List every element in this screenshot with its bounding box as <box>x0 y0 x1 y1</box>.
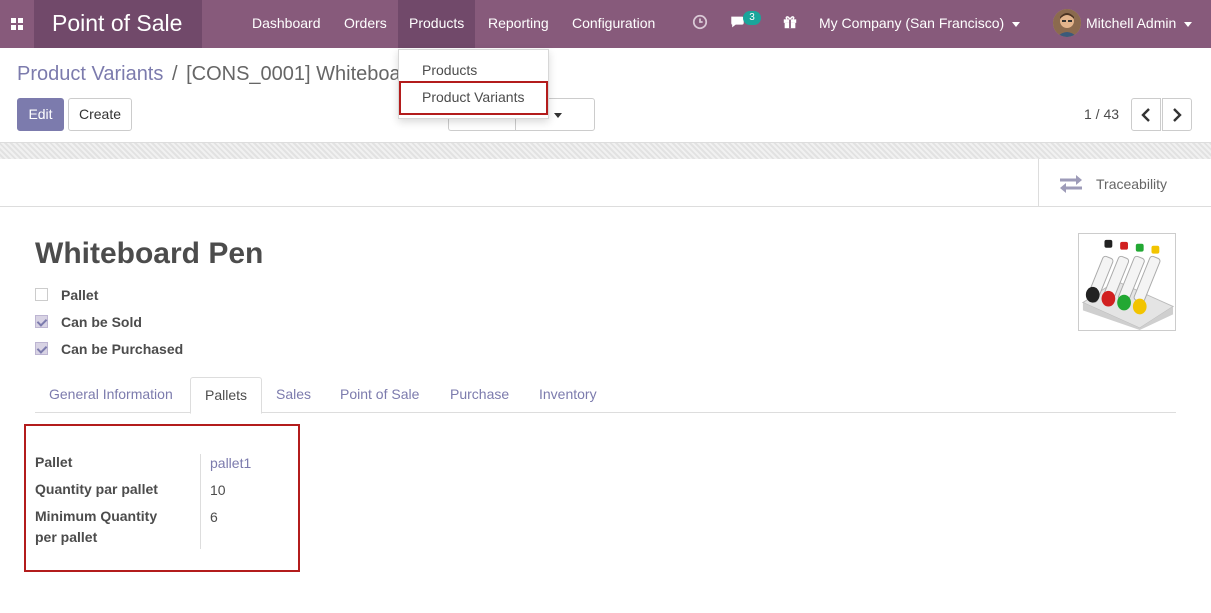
tab-purchase[interactable]: Purchase <box>436 377 523 413</box>
chevron-down-icon <box>1012 21 1021 27</box>
min-qty-label-line2: per pallet <box>35 529 98 545</box>
user-avatar[interactable] <box>1053 9 1081 37</box>
tab-sales[interactable]: Sales <box>262 377 325 413</box>
qty-per-pallet-label: Quantity par pallet <box>35 481 158 497</box>
pallet-checkbox-label: Pallet <box>61 287 99 303</box>
can-be-sold-checkbox[interactable] <box>35 315 48 328</box>
chevron-right-icon <box>1173 107 1182 122</box>
pager-previous-button[interactable] <box>1131 98 1161 131</box>
breadcrumb: Product Variants / [CONS_0001] Whiteboar <box>17 63 407 86</box>
company-name: My Company (San Francisco) <box>819 15 1005 31</box>
pager-value[interactable]: 1 / 43 <box>1084 106 1119 122</box>
create-button[interactable]: Create <box>68 98 132 131</box>
form-background-stripe <box>0 142 1211 159</box>
can-be-purchased-label: Can be Purchased <box>61 341 184 357</box>
activity-clock-icon[interactable] <box>692 14 710 32</box>
apps-menu-icon[interactable] <box>0 0 34 48</box>
menu-dashboard[interactable]: Dashboard <box>241 0 332 48</box>
notebook-tabs: General Information Pallets Sales Point … <box>35 377 1176 414</box>
min-qty-per-pallet-label: Minimum Quantity per pallet <box>35 506 157 548</box>
pallet-field-label: Pallet <box>35 454 73 470</box>
menu-reporting[interactable]: Reporting <box>477 0 560 48</box>
products-dropdown-menu: Products Product Variants <box>398 49 549 119</box>
menu-orders[interactable]: Orders <box>333 0 398 48</box>
app-brand[interactable]: Point of Sale <box>34 0 202 48</box>
tab-general-information[interactable]: General Information <box>35 377 187 413</box>
company-switcher[interactable]: My Company (San Francisco) <box>819 0 1021 48</box>
tab-point-of-sale[interactable]: Point of Sale <box>326 377 433 413</box>
edit-button[interactable]: Edit <box>17 98 64 131</box>
field-divider <box>200 454 201 549</box>
exchange-arrows-icon <box>1060 175 1082 193</box>
traceability-button[interactable]: Traceability <box>1038 159 1211 206</box>
messages-count-badge: 3 <box>743 11 761 25</box>
user-menu[interactable]: Mitchell Admin <box>1086 0 1193 48</box>
min-qty-per-pallet-value: 6 <box>210 509 218 525</box>
top-navbar: Point of Sale Dashboard Orders Products … <box>0 0 1211 48</box>
product-image[interactable] <box>1078 233 1176 331</box>
smart-button-box <box>0 159 1211 207</box>
highlight-box <box>399 81 548 115</box>
user-name: Mitchell Admin <box>1086 15 1177 31</box>
menu-products[interactable]: Products <box>398 0 476 48</box>
can-be-sold-label: Can be Sold <box>61 314 142 330</box>
product-name: Whiteboard Pen <box>35 237 264 270</box>
breadcrumb-current: [CONS_0001] Whiteboar <box>186 63 408 85</box>
pager-next-button[interactable] <box>1162 98 1192 131</box>
chevron-down-icon <box>1184 21 1193 27</box>
qty-per-pallet-value: 10 <box>210 482 226 498</box>
tab-inventory[interactable]: Inventory <box>525 377 611 413</box>
pallet-value-link[interactable]: pallet1 <box>210 455 251 471</box>
tab-pallets[interactable]: Pallets <box>190 377 263 414</box>
pallet-checkbox[interactable] <box>35 288 48 301</box>
min-qty-label-line1: Minimum Quantity <box>35 508 158 524</box>
gift-icon[interactable] <box>782 14 800 32</box>
breadcrumb-separator: / <box>171 63 178 85</box>
chevron-down-icon <box>553 112 562 118</box>
traceability-label: Traceability <box>1096 176 1168 192</box>
chevron-left-icon <box>1141 107 1150 122</box>
can-be-purchased-checkbox[interactable] <box>35 342 48 355</box>
menu-configuration[interactable]: Configuration <box>561 0 666 48</box>
dropdown-item-products[interactable]: Products <box>399 57 548 83</box>
breadcrumb-parent-link[interactable]: Product Variants <box>17 63 163 85</box>
